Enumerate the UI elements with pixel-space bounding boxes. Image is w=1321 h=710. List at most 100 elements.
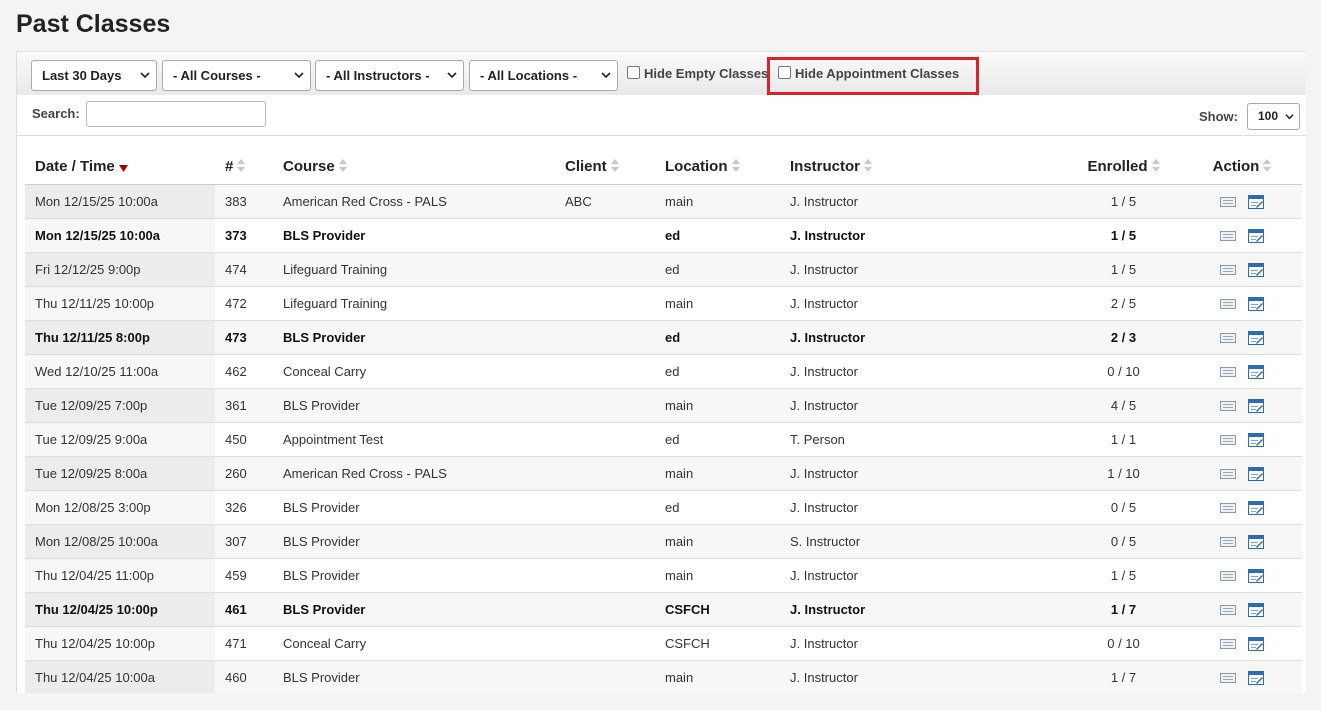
cell-action xyxy=(1182,558,1302,593)
edit-icon[interactable] xyxy=(1247,637,1264,652)
table-row[interactable]: Mon 12/08/25 3:00p 326 BLS Provider ed J… xyxy=(25,490,1302,525)
table-row[interactable]: Thu 12/04/25 10:00a 460 BLS Provider mai… xyxy=(25,660,1302,693)
course-select[interactable]: - All Courses - xyxy=(162,60,311,91)
sort-icon xyxy=(1151,158,1160,172)
chevron-down-icon xyxy=(1285,114,1294,120)
cell-course: Conceal Carry xyxy=(273,626,555,661)
page-size-select[interactable]: 100 xyxy=(1247,103,1300,130)
edit-icon[interactable] xyxy=(1247,603,1264,618)
hide-empty-label: Hide Empty Classes xyxy=(644,66,769,81)
roster-icon[interactable] xyxy=(1220,399,1237,413)
cell-enrolled: 0 / 5 xyxy=(1065,490,1182,525)
search-label: Search: xyxy=(32,106,80,121)
cell-action xyxy=(1182,320,1302,355)
table-row[interactable]: Tue 12/09/25 9:00a 450 Appointment Test … xyxy=(25,422,1302,457)
table-body: Mon 12/15/25 10:00a 383 American Red Cro… xyxy=(25,184,1302,693)
edit-icon[interactable] xyxy=(1247,195,1264,210)
edit-icon[interactable] xyxy=(1247,671,1264,686)
edit-icon[interactable] xyxy=(1247,365,1264,380)
edit-icon[interactable] xyxy=(1247,297,1264,312)
cell-number: 450 xyxy=(215,422,273,457)
roster-icon[interactable] xyxy=(1220,365,1237,379)
cell-course: BLS Provider xyxy=(273,320,555,355)
table-row[interactable]: Thu 12/11/25 10:00p 472 Lifeguard Traini… xyxy=(25,286,1302,321)
edit-icon[interactable] xyxy=(1247,535,1264,550)
cell-instructor: J. Instructor xyxy=(780,558,1065,593)
roster-icon[interactable] xyxy=(1220,433,1237,447)
column-header-enrolled[interactable]: Enrolled xyxy=(1065,148,1182,185)
cell-course: BLS Provider xyxy=(273,592,555,627)
cell-course: American Red Cross - PALS xyxy=(273,456,555,491)
table-row[interactable]: Mon 12/08/25 10:00a 307 BLS Provider mai… xyxy=(25,524,1302,559)
cell-action xyxy=(1182,388,1302,423)
column-header-course[interactable]: Course xyxy=(273,148,555,185)
cell-instructor: J. Instructor xyxy=(780,592,1065,627)
cell-enrolled: 1 / 5 xyxy=(1065,218,1182,253)
cell-number: 373 xyxy=(215,218,273,253)
column-header-action[interactable]: Action xyxy=(1182,148,1302,185)
table-row[interactable]: Thu 12/04/25 11:00p 459 BLS Provider mai… xyxy=(25,558,1302,593)
edit-icon[interactable] xyxy=(1247,501,1264,516)
roster-icon[interactable] xyxy=(1220,569,1237,583)
roster-icon[interactable] xyxy=(1220,501,1237,515)
hide-empty-classes-toggle[interactable]: Hide Empty Classes xyxy=(627,66,768,81)
cell-date: Tue 12/09/25 7:00p xyxy=(25,388,215,423)
roster-icon[interactable] xyxy=(1220,195,1237,209)
chevron-down-icon xyxy=(140,72,150,79)
search-input[interactable] xyxy=(86,101,266,127)
table-row[interactable]: Thu 12/04/25 10:00p 461 BLS Provider CSF… xyxy=(25,592,1302,627)
roster-icon[interactable] xyxy=(1220,467,1237,481)
cell-date: Thu 12/11/25 8:00p xyxy=(25,320,215,355)
cell-enrolled: 1 / 7 xyxy=(1065,660,1182,693)
cell-course: American Red Cross - PALS xyxy=(273,184,555,219)
hide-empty-checkbox[interactable] xyxy=(627,66,640,79)
column-header-date[interactable]: Date / Time xyxy=(25,148,215,185)
edit-icon[interactable] xyxy=(1247,331,1264,346)
roster-icon[interactable] xyxy=(1220,535,1237,549)
hide-appointment-classes-toggle[interactable]: Hide Appointment Classes xyxy=(778,66,959,81)
column-header-instructor[interactable]: Instructor xyxy=(780,148,1065,185)
cell-instructor: J. Instructor xyxy=(780,388,1065,423)
table-row[interactable]: Mon 12/15/25 10:00a 373 BLS Provider ed … xyxy=(25,218,1302,253)
edit-icon[interactable] xyxy=(1247,263,1264,278)
location-select[interactable]: - All Locations - xyxy=(469,60,618,91)
roster-icon[interactable] xyxy=(1220,671,1237,685)
cell-date: Mon 12/08/25 3:00p xyxy=(25,490,215,525)
edit-icon[interactable] xyxy=(1247,229,1264,244)
table-row[interactable]: Fri 12/12/25 9:00p 474 Lifeguard Trainin… xyxy=(25,252,1302,287)
roster-icon[interactable] xyxy=(1220,603,1237,617)
page-size-value: 100 xyxy=(1258,109,1279,123)
edit-icon[interactable] xyxy=(1247,569,1264,584)
cell-enrolled: 1 / 10 xyxy=(1065,456,1182,491)
table-row[interactable]: Wed 12/10/25 11:00a 462 Conceal Carry ed… xyxy=(25,354,1302,389)
edit-icon[interactable] xyxy=(1247,433,1264,448)
date-range-value: Last 30 Days xyxy=(42,68,122,83)
table-row[interactable]: Mon 12/15/25 10:00a 383 American Red Cro… xyxy=(25,184,1302,219)
cell-action xyxy=(1182,626,1302,661)
cell-number: 473 xyxy=(215,320,273,355)
edit-icon[interactable] xyxy=(1247,467,1264,482)
roster-icon[interactable] xyxy=(1220,229,1237,243)
table-row[interactable]: Tue 12/09/25 8:00a 260 American Red Cros… xyxy=(25,456,1302,491)
cell-location: ed xyxy=(655,218,780,253)
hide-appointment-checkbox[interactable] xyxy=(778,66,791,79)
date-range-select[interactable]: Last 30 Days xyxy=(31,60,157,91)
column-header-client[interactable]: Client xyxy=(555,148,655,185)
roster-icon[interactable] xyxy=(1220,331,1237,345)
edit-icon[interactable] xyxy=(1247,399,1264,414)
table-row[interactable]: Thu 12/11/25 8:00p 473 BLS Provider ed J… xyxy=(25,320,1302,355)
table-row[interactable]: Tue 12/09/25 7:00p 361 BLS Provider main… xyxy=(25,388,1302,423)
sort-icon xyxy=(864,158,873,172)
roster-icon[interactable] xyxy=(1220,263,1237,277)
cell-instructor: J. Instructor xyxy=(780,320,1065,355)
table-row[interactable]: Thu 12/04/25 10:00p 471 Conceal Carry CS… xyxy=(25,626,1302,661)
column-header-number[interactable]: # xyxy=(215,148,273,185)
cell-number: 307 xyxy=(215,524,273,559)
cell-number: 461 xyxy=(215,592,273,627)
column-header-location[interactable]: Location xyxy=(655,148,780,185)
roster-icon[interactable] xyxy=(1220,297,1237,311)
instructor-value: - All Instructors - xyxy=(326,68,430,83)
roster-icon[interactable] xyxy=(1220,637,1237,651)
cell-date: Thu 12/04/25 10:00p xyxy=(25,626,215,661)
instructor-select[interactable]: - All Instructors - xyxy=(315,60,464,91)
